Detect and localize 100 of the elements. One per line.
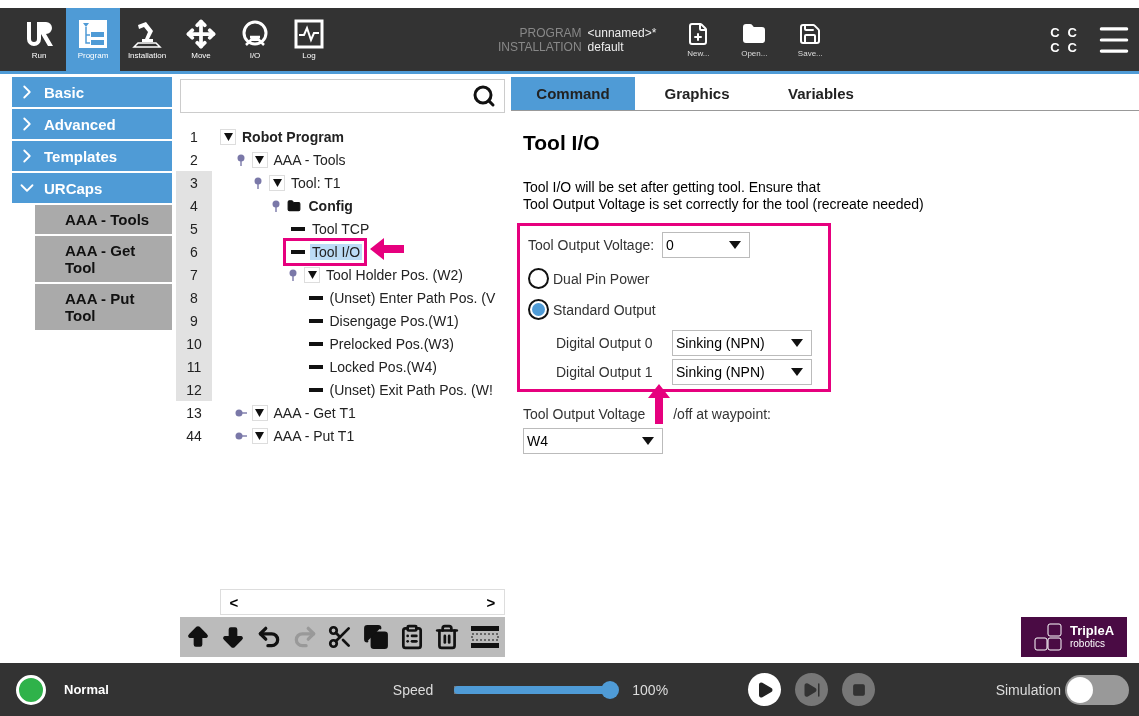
line-number: 10 xyxy=(176,332,212,355)
suppress-icon[interactable] xyxy=(470,624,501,650)
tree-node-label[interactable]: Disengage Pos.(W1) xyxy=(327,312,461,329)
category-label: Templates xyxy=(44,147,118,165)
file-button[interactable]: Open... xyxy=(726,8,783,71)
delete-icon[interactable] xyxy=(434,624,461,650)
scroll-right-button[interactable]: > xyxy=(478,593,504,611)
output-dropdown[interactable]: Sinking (NPN) xyxy=(672,330,812,356)
dropdown-arrow-icon xyxy=(642,437,654,445)
simulation-switch[interactable] xyxy=(1065,674,1129,705)
line-number: 11 xyxy=(176,355,212,378)
play-button[interactable] xyxy=(748,673,782,706)
tab[interactable]: Variables xyxy=(759,77,883,110)
category-label: Advanced xyxy=(44,115,116,133)
installation-caption: INSTALLATION xyxy=(498,39,582,54)
line-number: 5 xyxy=(176,217,212,240)
file-button[interactable]: Save... xyxy=(782,8,839,71)
triangle-icon xyxy=(255,408,264,417)
tree-node-label[interactable]: Tool: T1 xyxy=(289,174,343,191)
tree-node-label[interactable]: Config xyxy=(306,197,355,214)
expand-toggle[interactable] xyxy=(251,151,268,168)
status-glyph: C xyxy=(1050,39,1060,55)
status-glyph: C xyxy=(1050,24,1060,40)
category-label: URCaps xyxy=(44,179,103,197)
dropdown-value: Sinking (NPN) xyxy=(676,364,765,380)
logo-title: TripleA xyxy=(1069,624,1115,637)
program-name: <unnamed>* xyxy=(587,25,657,40)
dropdown-value: 0 xyxy=(666,237,674,253)
program-caption: PROGRAM xyxy=(518,25,582,40)
simulation-label: Simulation xyxy=(995,681,1061,698)
tree-node-label[interactable]: Tool Holder Pos. (W2) xyxy=(324,266,465,283)
waypoint-dropdown[interactable]: W4 xyxy=(523,428,663,454)
status-glyph: C xyxy=(1067,39,1077,55)
file-button[interactable]: New... xyxy=(670,8,727,71)
expand-toggle[interactable] xyxy=(251,404,268,421)
dropdown-arrow-icon xyxy=(791,368,803,376)
line-number: 2 xyxy=(189,150,199,170)
speed-value: 100% xyxy=(632,681,669,698)
nav-tab[interactable]: Run xyxy=(12,8,66,71)
line-number: 7 xyxy=(176,263,212,286)
tree-node-label[interactable]: Tool TCP xyxy=(310,220,372,237)
tree-node-label[interactable]: Tool I/O xyxy=(310,243,363,260)
description-text: Tool Output Voltage is set correctly for the tool (recreate needed) xyxy=(523,196,925,213)
tree-node-label[interactable]: Robot Program xyxy=(240,128,346,145)
category-label: Basic xyxy=(44,83,85,101)
tree-node-label[interactable]: (Unset) Exit Path Pos. (W! xyxy=(327,381,495,398)
sidebar-item[interactable]: AAA - Get Tool xyxy=(35,236,172,282)
horizontal-scrollbar[interactable]: < > xyxy=(220,589,505,615)
tree-node-label[interactable]: AAA - Tools xyxy=(271,151,348,168)
logo-subtitle: robotics xyxy=(1069,638,1106,650)
triangle-icon xyxy=(307,270,317,279)
tree-node-label[interactable]: AAA - Get T1 xyxy=(271,404,358,421)
field-label: /off at waypoint: xyxy=(673,406,771,422)
expand-toggle[interactable] xyxy=(220,128,236,145)
nav-tab[interactable]: Installation xyxy=(120,8,174,71)
dropdown-arrow-icon xyxy=(729,241,742,249)
search-field[interactable] xyxy=(180,79,505,113)
stop-button[interactable] xyxy=(842,673,876,706)
tab[interactable]: Command xyxy=(511,77,635,110)
panel-title: Tool I/O xyxy=(523,131,601,155)
radio-button[interactable] xyxy=(528,268,549,289)
sidebar-item[interactable]: AAA - Tools xyxy=(35,205,172,234)
expand-toggle[interactable] xyxy=(304,266,320,283)
line-number: 6 xyxy=(176,240,212,263)
triangle-icon xyxy=(272,178,282,187)
expand-toggle[interactable] xyxy=(269,174,285,191)
search-icon xyxy=(472,84,496,108)
field-label: Digital Output 0 xyxy=(556,335,654,351)
nav-tab[interactable]: Move xyxy=(174,8,228,71)
field-label: Tool Output Voltage: xyxy=(528,237,655,253)
expand-toggle[interactable] xyxy=(251,427,268,444)
dropdown-value: W4 xyxy=(527,433,548,449)
line-number: 9 xyxy=(176,309,212,332)
radio-label: Standard Output xyxy=(553,301,656,318)
nav-tab[interactable]: Log xyxy=(282,8,336,71)
scroll-left-button[interactable]: < xyxy=(221,593,247,611)
output-dropdown[interactable]: Sinking (NPN) xyxy=(672,359,812,385)
copy-icon[interactable] xyxy=(363,624,390,650)
folder-icon xyxy=(742,21,767,46)
step-button[interactable] xyxy=(795,673,829,706)
description-text: Tool I/O will be set after getting tool. Ensure that xyxy=(523,179,822,196)
nav-tab[interactable]: I/O xyxy=(228,8,282,71)
logo-mark-icon xyxy=(1033,623,1064,651)
radio-label: Dual Pin Power xyxy=(553,270,650,287)
line-number: 12 xyxy=(176,378,212,401)
line-number: 13 xyxy=(185,403,203,423)
line-number: 8 xyxy=(176,286,212,309)
tree-node-label[interactable]: Prelocked Pos.(W3) xyxy=(327,335,456,352)
tree-node-label[interactable]: AAA - Put T1 xyxy=(271,427,357,444)
tab[interactable]: Graphics xyxy=(635,77,759,110)
log-graph-icon xyxy=(294,19,324,49)
tree-node-label[interactable]: Locked Pos.(W4) xyxy=(327,358,439,375)
line-number: 44 xyxy=(185,426,203,446)
program-tree-icon xyxy=(78,19,108,49)
sidebar-item[interactable]: AAA - Put Tool xyxy=(35,284,172,330)
radio-button[interactable] xyxy=(528,299,549,320)
status-glyph: C xyxy=(1067,24,1077,40)
tree-node-label[interactable]: (Unset) Enter Path Pos. (V xyxy=(327,289,498,306)
voltage-dropdown[interactable]: 0 xyxy=(662,232,751,258)
line-number: 4 xyxy=(176,194,212,217)
